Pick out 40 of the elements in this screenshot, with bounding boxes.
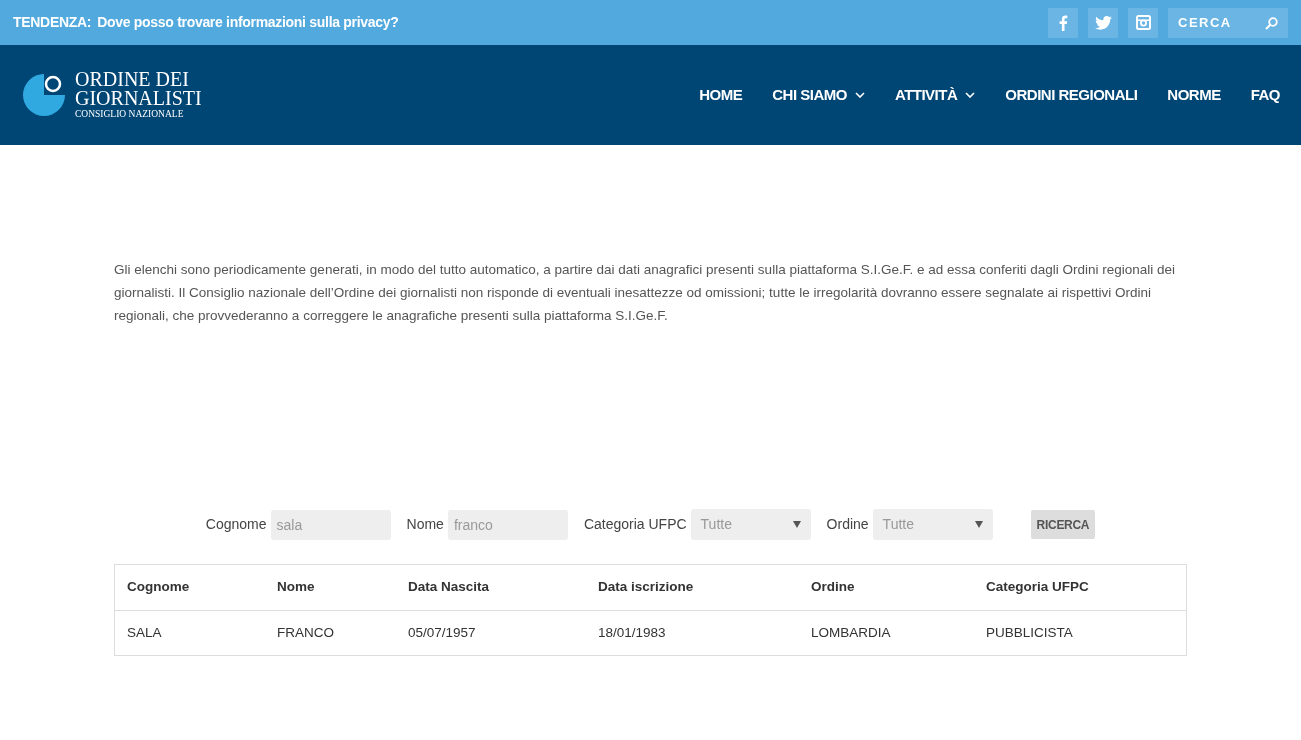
nav-link[interactable]: ORDINI REGIONALI xyxy=(1005,83,1138,107)
column-header: Ordine xyxy=(799,565,974,610)
dropdown-arrow-icon xyxy=(792,521,801,528)
search-button[interactable]: RICERCA xyxy=(1030,510,1096,539)
search-icon xyxy=(1265,16,1278,30)
table-cell: FRANCO xyxy=(265,610,396,655)
table-cell: PUBBLICISTA xyxy=(974,610,1186,655)
column-header: Cognome xyxy=(115,565,265,610)
logo-subtitle: CONSIGLIO NAZIONALE xyxy=(75,110,185,120)
logo-text: ORDINE DEI xyxy=(75,70,190,90)
field-label: Ordine xyxy=(826,515,869,534)
field-label: Nome xyxy=(406,515,444,534)
chevron-down-icon xyxy=(965,92,976,98)
social-button[interactable] xyxy=(1048,7,1078,38)
nav-link[interactable]: HOME xyxy=(699,83,743,107)
logo-icon xyxy=(21,72,67,118)
facebook-icon xyxy=(1058,14,1068,31)
twitter-icon xyxy=(1094,15,1112,30)
social-button[interactable] xyxy=(1088,7,1118,38)
column-header: Data iscrizione xyxy=(586,565,799,610)
notice-paragraph: Gli elenchi sono periodicamente generati, in modo del tutto automatico, a partire dai dati anagrafici presenti sulla piattaforma S.I.Ge.F. e ad essa conferiti dagli Ordini regionali dei giornalisti. Il Consiglio nazionale dell’Ordine dei giornalisti non risponde di eventuali inesattezze od omissioni; tutte le irregolarità dovranno essere segnalate ai rispettivi Ordini regionali, che provvederanno a correggere le anagrafiche presenti sulla piattaforma S.I.Ge.F. xyxy=(114,261,1177,325)
chevron-down-icon xyxy=(854,92,865,98)
table-cell: LOMBARDIA xyxy=(799,610,974,655)
nav-link[interactable]: NORME xyxy=(1167,83,1221,107)
field-label: Cognome xyxy=(205,515,267,534)
column-header: Categoria UFPC xyxy=(974,565,1186,610)
table-cell: 05/07/1957 xyxy=(396,610,586,655)
table-cell: SALA xyxy=(115,610,265,655)
column-header: Data Nascita xyxy=(396,565,586,610)
nav-link[interactable]: ATTIVITÀ xyxy=(894,83,976,107)
field-label: Categoria UFPC xyxy=(583,515,687,534)
dropdown-arrow-icon xyxy=(974,521,983,528)
nav-link[interactable]: CHI SIAMO xyxy=(772,83,865,107)
trending-label: TENDENZA: xyxy=(13,13,92,32)
table-cell: 18/01/1983 xyxy=(586,610,799,655)
nav-link[interactable]: FAQ xyxy=(1250,83,1280,107)
social-button[interactable] xyxy=(1128,7,1158,38)
logo-text: GIORNALISTI xyxy=(75,89,202,109)
instagram-icon xyxy=(1135,15,1151,30)
column-header: Nome xyxy=(265,565,396,610)
